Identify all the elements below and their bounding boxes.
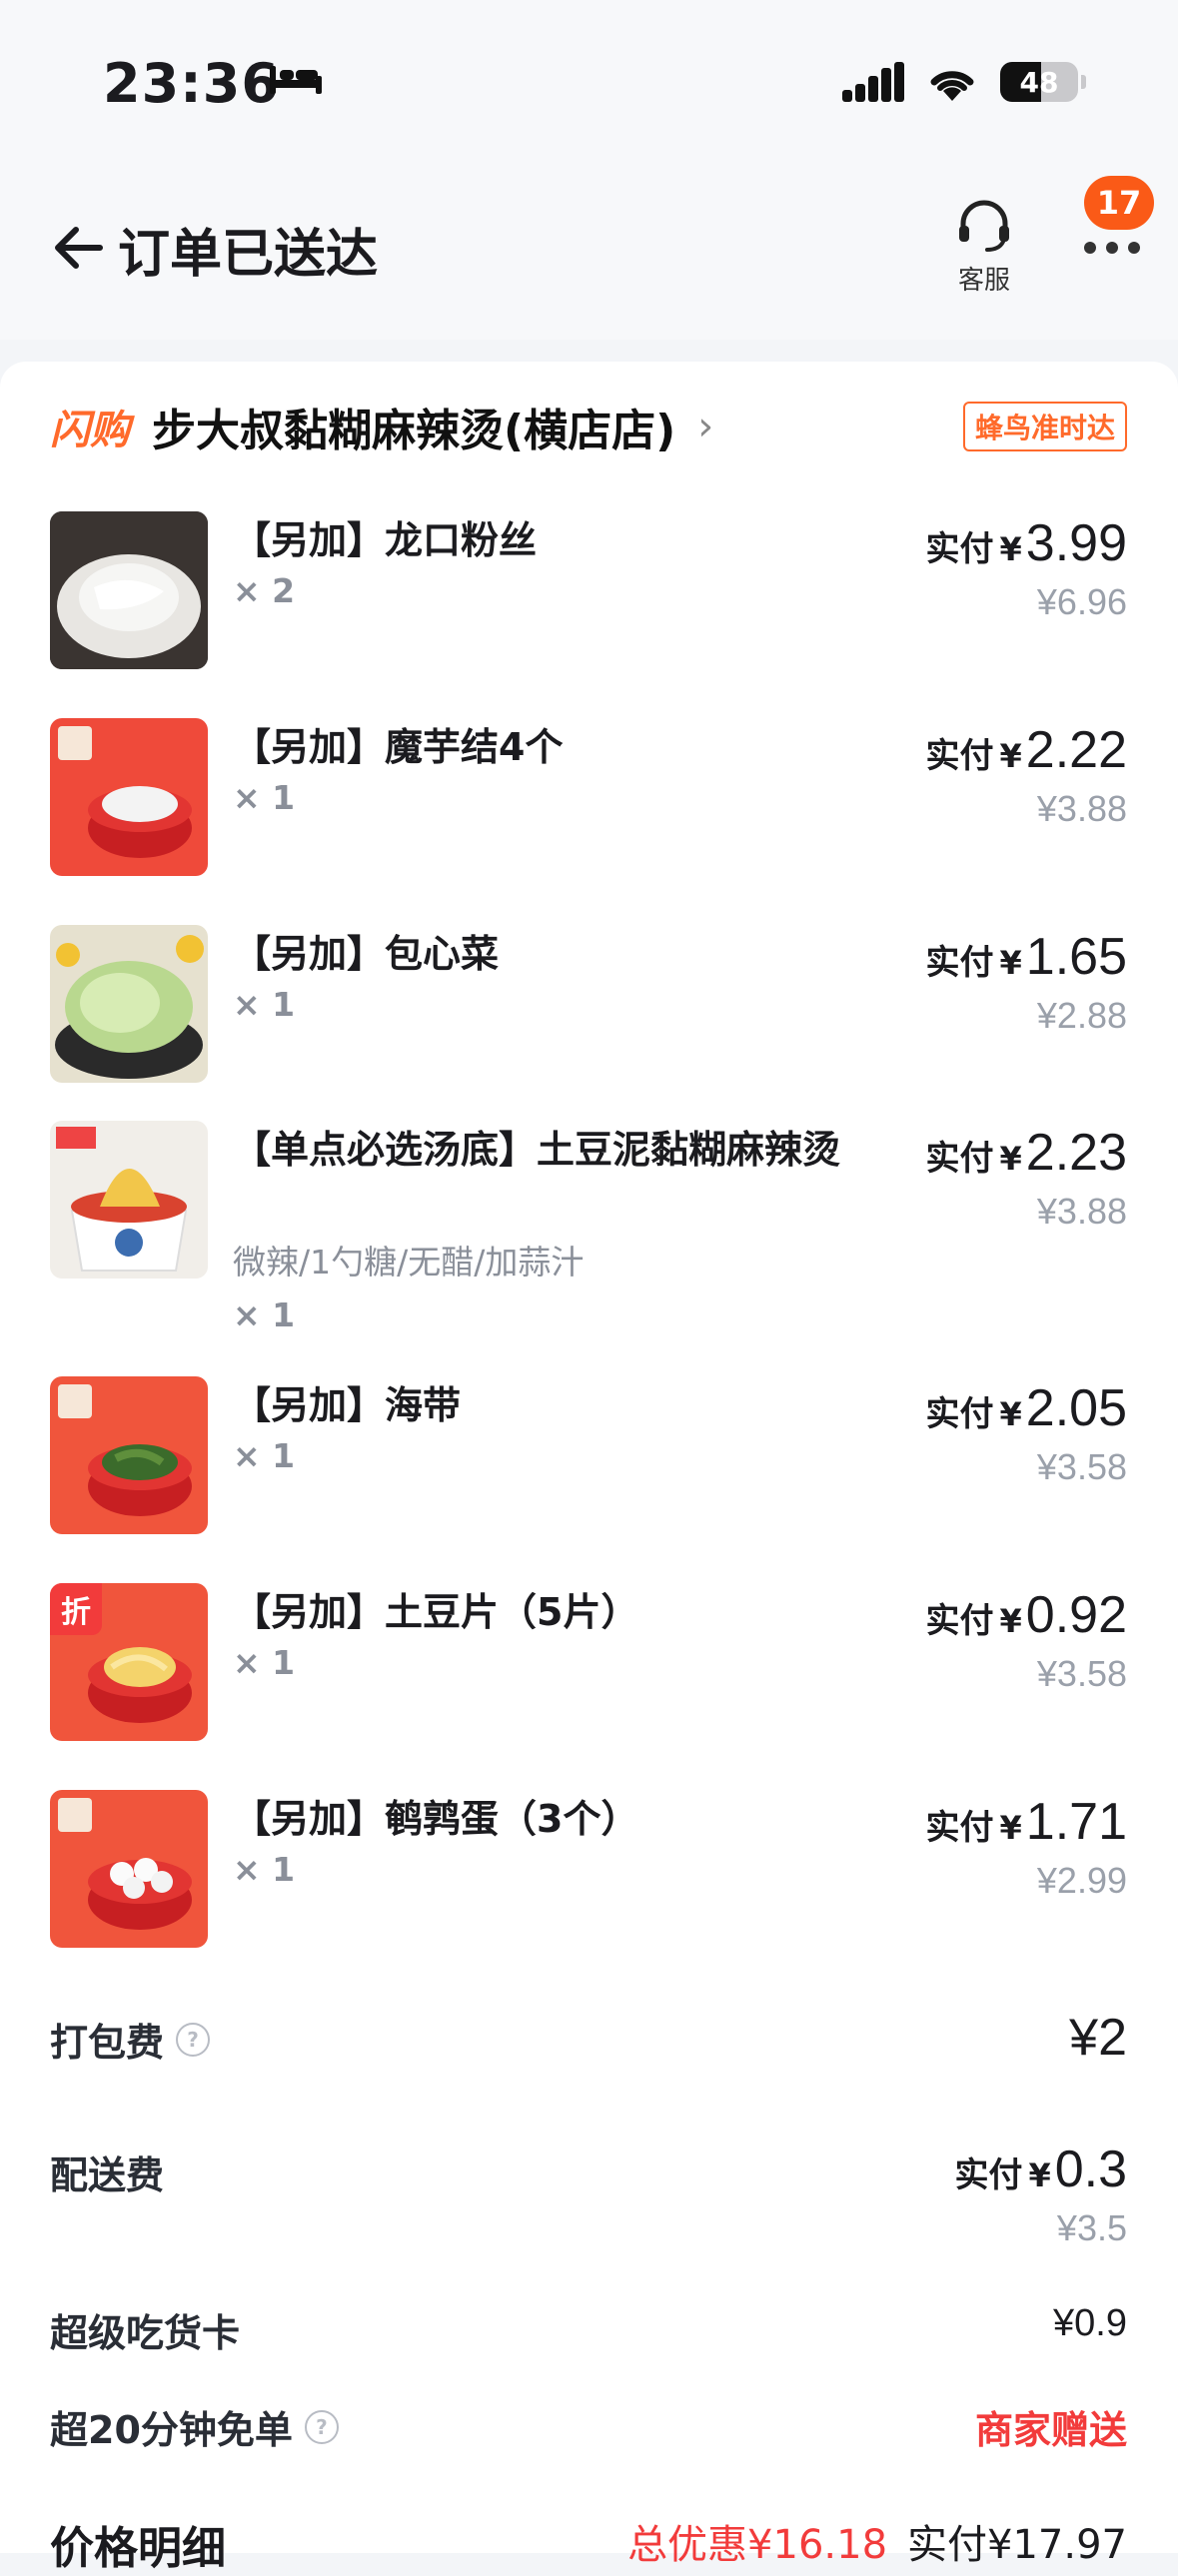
status-time: 23:36 bbox=[103, 52, 280, 115]
battery-level: 48 bbox=[1019, 65, 1059, 99]
super-card-label: 超级吃货卡 bbox=[50, 2311, 241, 2355]
packing-fee-label: 打包费 bbox=[50, 2021, 165, 2065]
item-quantity: × 1 bbox=[233, 1436, 296, 1475]
item-paid-price: 实付 ¥1.71 bbox=[925, 1793, 1127, 1851]
item-name: 【另加】土豆片（5片） bbox=[233, 1590, 639, 1634]
delivery-fee-original: ¥3.5 bbox=[1056, 2207, 1127, 2248]
help-question-icon[interactable]: ? bbox=[304, 2409, 339, 2444]
item-quantity: × 1 bbox=[233, 1850, 296, 1889]
packing-fee-row: 打包费 ? bbox=[50, 2012, 211, 2067]
item-thumbnail bbox=[50, 1121, 208, 1279]
status-bar: 23:36 48 bbox=[0, 0, 1178, 150]
item-paid-price: 实付 ¥2.23 bbox=[925, 1124, 1127, 1182]
item-name: 【另加】魔芋结4个 bbox=[233, 725, 564, 769]
item-paid-price: 实付 ¥3.99 bbox=[925, 514, 1127, 572]
item-paid-price: 实付 ¥2.22 bbox=[925, 721, 1127, 779]
sleep-mode-icon bbox=[270, 66, 322, 94]
shop-name: 步大叔黏糊麻辣烫(横店店) bbox=[152, 406, 676, 456]
total-paid: 实付¥17.97 bbox=[907, 2522, 1127, 2568]
item-original-price: ¥2.99 bbox=[1036, 1860, 1127, 1901]
super-card-value: ¥0.9 bbox=[1053, 2302, 1127, 2344]
item-paid-price: 实付 ¥1.65 bbox=[925, 928, 1127, 986]
item-thumbnail bbox=[50, 1376, 208, 1534]
item-thumbnail bbox=[50, 718, 208, 876]
item-quantity: × 1 bbox=[233, 1295, 296, 1334]
item-paid-price: 实付 ¥2.05 bbox=[925, 1379, 1127, 1437]
item-name: 【另加】包心菜 bbox=[233, 932, 500, 976]
discount-badge: 折 bbox=[50, 1583, 102, 1635]
item-thumbnail bbox=[50, 925, 208, 1083]
shop-row[interactable]: 闪购 步大叔黏糊麻辣烫(横店店) › bbox=[50, 392, 713, 461]
total-savings: 总优惠¥16.18 bbox=[627, 2522, 888, 2568]
flash-purchase-tag: 闪购 bbox=[50, 408, 130, 453]
free-order-row: 超20分钟免单 ? bbox=[50, 2399, 339, 2454]
item-original-price: ¥2.88 bbox=[1036, 995, 1127, 1036]
free-order-value: 商家赠送 bbox=[974, 2408, 1127, 2452]
item-original-price: ¥3.58 bbox=[1036, 1446, 1127, 1487]
help-question-icon[interactable]: ? bbox=[176, 2022, 211, 2057]
item-name: 【另加】龙口粉丝 bbox=[233, 518, 538, 562]
item-original-price: ¥3.88 bbox=[1036, 788, 1127, 829]
price-detail-label[interactable]: 价格明细 bbox=[50, 2512, 226, 2576]
item-thumbnail bbox=[50, 511, 208, 669]
price-summary: 总优惠¥16.18 实付¥17.97 bbox=[627, 2512, 1127, 2570]
item-quantity: × 2 bbox=[233, 571, 296, 610]
back-arrow-icon[interactable] bbox=[50, 220, 106, 276]
page-title: 订单已送达 bbox=[118, 225, 379, 285]
free-order-label: 超20分钟免单 bbox=[50, 2408, 293, 2452]
item-quantity: × 1 bbox=[233, 985, 296, 1024]
delivery-fee-label: 配送费 bbox=[50, 2153, 165, 2197]
item-name: 【另加】鹌鹑蛋（3个） bbox=[233, 1797, 639, 1841]
item-paid-price: 实付 ¥0.92 bbox=[925, 1586, 1127, 1644]
item-thumbnail bbox=[50, 1790, 208, 1948]
item-name: 【另加】海带 bbox=[233, 1383, 462, 1427]
item-original-price: ¥3.88 bbox=[1036, 1191, 1127, 1232]
item-spec: 微辣/1勺糖/无醋/加蒜汁 bbox=[233, 1243, 585, 1282]
page-header: 订单已送达 客服 17 bbox=[0, 150, 1178, 340]
chevron-right-icon: › bbox=[697, 404, 714, 449]
packing-fee-value: ¥2 bbox=[1069, 2009, 1127, 2067]
message-count-badge: 17 bbox=[1084, 176, 1154, 230]
item-name: 【单点必选汤底】土豆泥黏糊麻辣烫 bbox=[233, 1128, 841, 1172]
customer-service-button[interactable]: 客服 bbox=[949, 198, 1019, 297]
battery-indicator: 48 bbox=[1000, 62, 1086, 102]
wifi-icon bbox=[930, 71, 974, 101]
headset-icon bbox=[959, 200, 1009, 252]
signal-icon bbox=[842, 62, 904, 102]
item-original-price: ¥6.96 bbox=[1036, 581, 1127, 622]
delivery-tag: 蜂鸟准时达 bbox=[962, 402, 1127, 451]
more-dots-icon[interactable] bbox=[1082, 238, 1142, 258]
delivery-fee-paid: 实付 ¥0.3 bbox=[954, 2141, 1127, 2198]
item-quantity: × 1 bbox=[233, 1643, 296, 1682]
customer-service-label: 客服 bbox=[957, 266, 1010, 296]
item-thumbnail: 折 bbox=[50, 1583, 208, 1741]
order-detail-card: 闪购 步大叔黏糊麻辣烫(横店店) › 蜂鸟准时达 【另加】龙口粉丝 × 2 实付… bbox=[0, 362, 1178, 2553]
item-quantity: × 1 bbox=[233, 778, 296, 817]
item-original-price: ¥3.58 bbox=[1036, 1653, 1127, 1694]
